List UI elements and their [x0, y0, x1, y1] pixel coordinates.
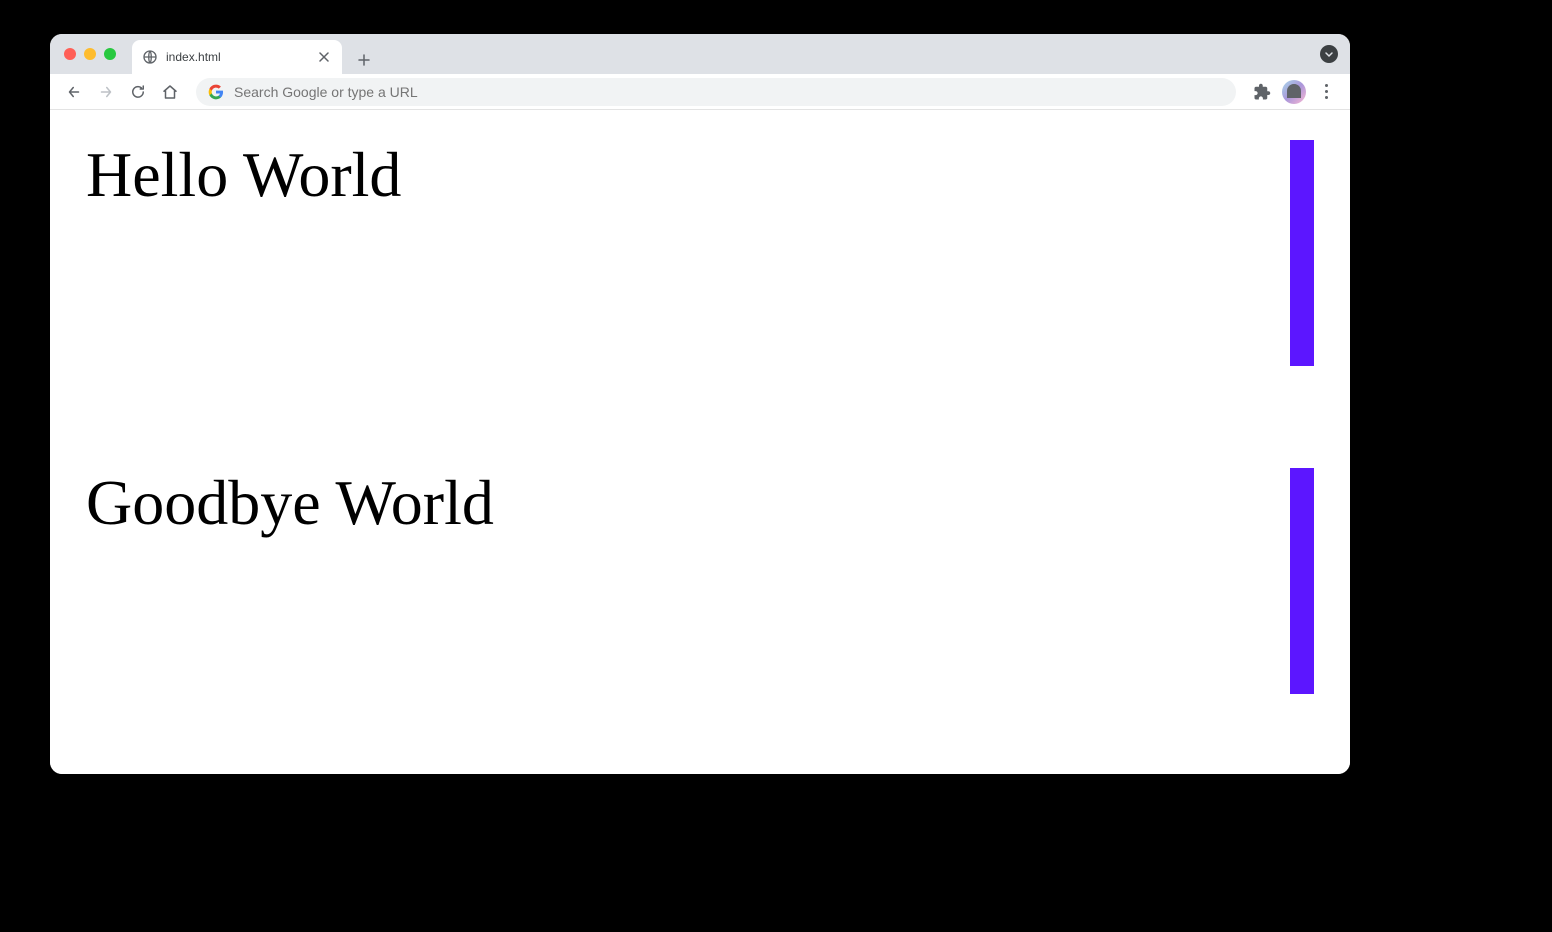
home-button[interactable]: [156, 78, 184, 106]
section-hello: Hello World: [50, 110, 1350, 366]
forward-button[interactable]: [92, 78, 120, 106]
address-input[interactable]: [234, 84, 1224, 100]
window-maximize-button[interactable]: [104, 48, 116, 60]
profile-avatar[interactable]: [1282, 80, 1306, 104]
dots-icon: [1325, 84, 1328, 87]
tab-close-button[interactable]: [316, 49, 332, 65]
back-button[interactable]: [60, 78, 88, 106]
extensions-button[interactable]: [1248, 78, 1276, 106]
tab-bar-right: [1320, 34, 1338, 74]
new-tab-button[interactable]: [350, 46, 378, 74]
window-controls: [64, 48, 116, 60]
tab-bar: index.html: [50, 34, 1350, 74]
reload-icon: [129, 83, 147, 101]
window-close-button[interactable]: [64, 48, 76, 60]
toolbar: [50, 74, 1350, 110]
tab-active[interactable]: index.html: [132, 40, 342, 74]
reload-button[interactable]: [124, 78, 152, 106]
tab-title: index.html: [166, 50, 308, 64]
page-content: Hello World Goodbye World: [50, 110, 1350, 694]
browser-menu-button[interactable]: [1312, 78, 1340, 106]
arrow-left-icon: [65, 83, 83, 101]
address-bar[interactable]: [196, 78, 1236, 106]
google-icon: [208, 84, 224, 100]
accent-bar: [1290, 140, 1314, 366]
arrow-right-icon: [97, 83, 115, 101]
tab-search-button[interactable]: [1320, 45, 1338, 63]
home-icon: [161, 83, 179, 101]
accent-bar: [1290, 468, 1314, 694]
section-goodbye: Goodbye World: [50, 438, 1350, 694]
page-heading: Hello World: [86, 140, 401, 210]
browser-window: index.html: [50, 34, 1350, 774]
puzzle-icon: [1253, 83, 1271, 101]
tabs: index.html: [132, 34, 378, 74]
page-heading: Goodbye World: [86, 468, 494, 538]
toolbar-right: [1248, 78, 1340, 106]
globe-icon: [142, 49, 158, 65]
close-icon: [319, 52, 329, 62]
plus-icon: [358, 54, 370, 66]
page-viewport: Hello World Goodbye World: [50, 110, 1350, 774]
window-minimize-button[interactable]: [84, 48, 96, 60]
chevron-down-icon: [1324, 49, 1334, 59]
